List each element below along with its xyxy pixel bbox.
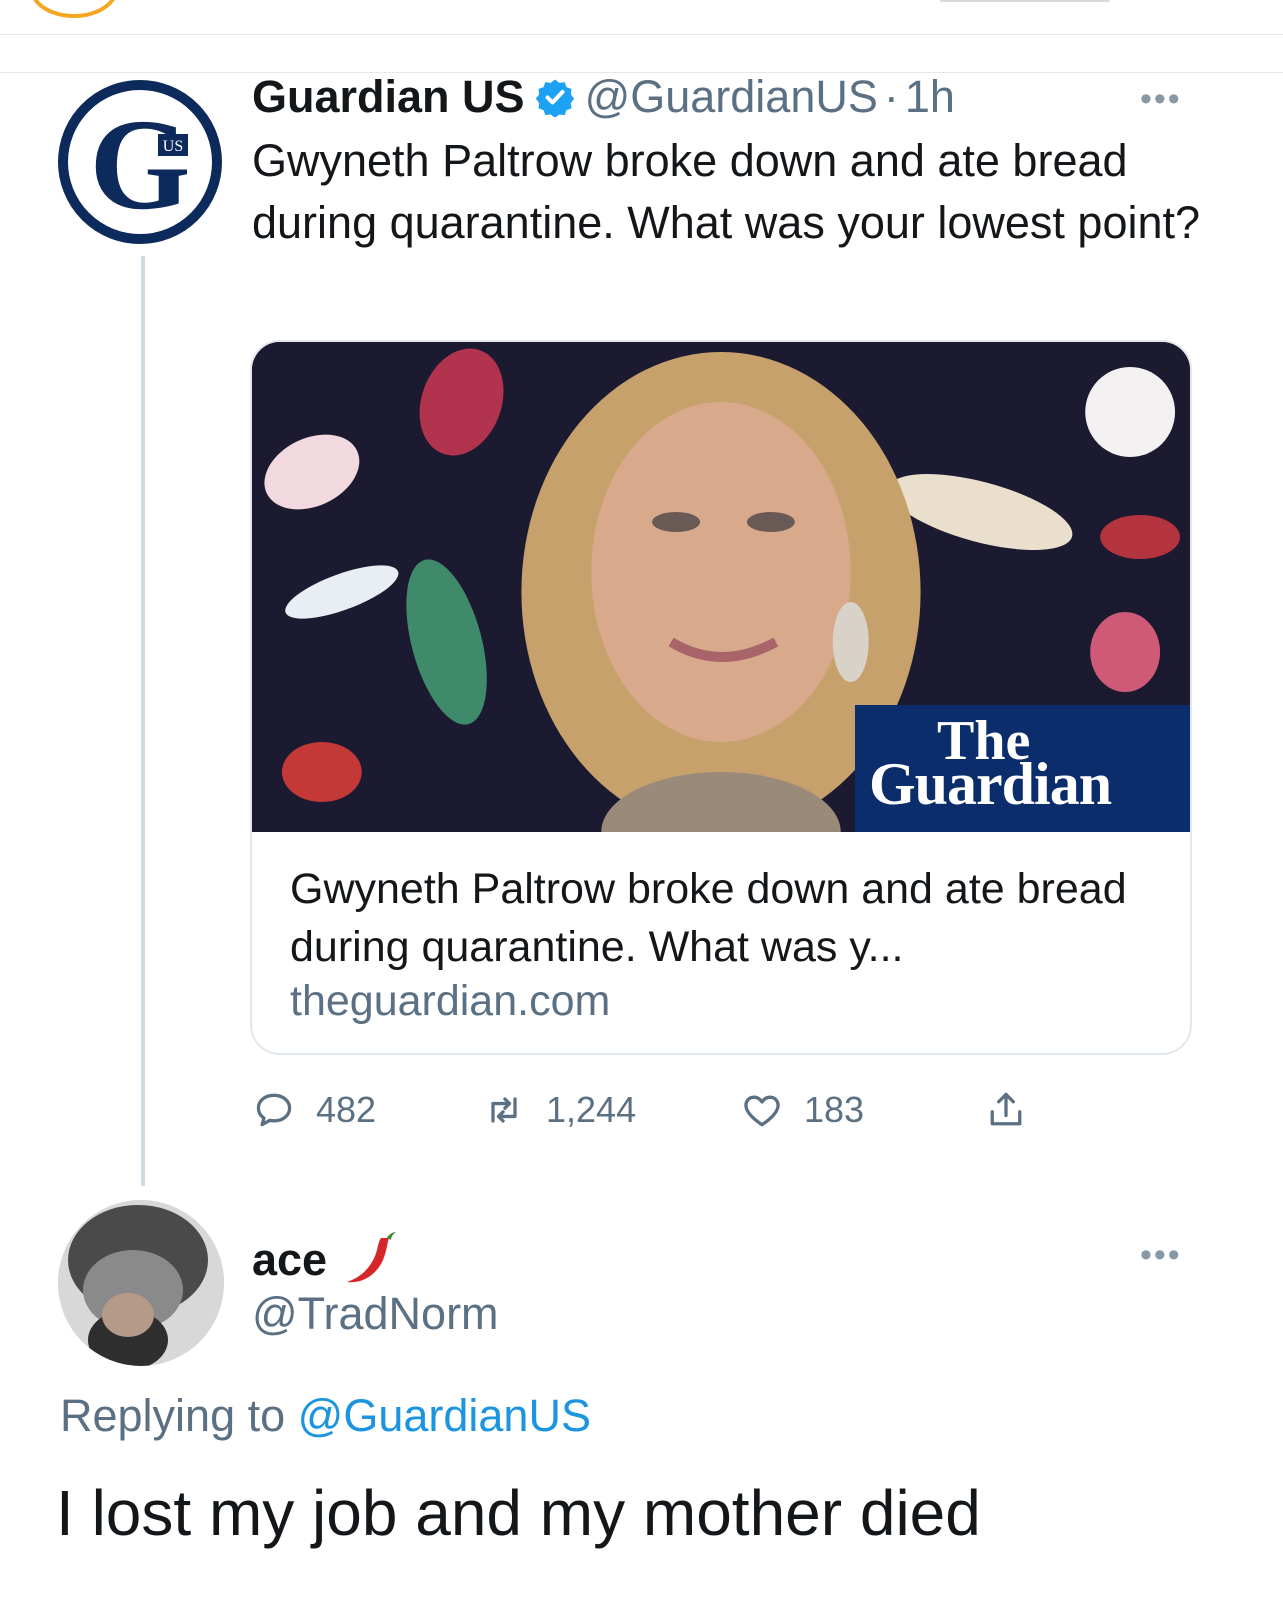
- retweet-button[interactable]: 1,244: [482, 1082, 636, 1138]
- guardian-wordmark: The Guardian: [855, 705, 1190, 832]
- tab-indicator: [940, 0, 1110, 2]
- more-options-icon[interactable]: •••: [1140, 1236, 1182, 1275]
- app-logo-icon[interactable]: [30, 0, 118, 18]
- author-name[interactable]: Guardian US: [252, 71, 525, 123]
- more-options-icon[interactable]: •••: [1140, 80, 1182, 119]
- wordmark-guardian: Guardian: [869, 751, 1112, 817]
- heart-icon: [744, 1095, 780, 1127]
- guardian-avatar[interactable]: G US: [58, 80, 222, 244]
- tweet-actions: 482 1,244 183: [252, 1082, 1052, 1138]
- reply-author-name[interactable]: ace: [252, 1228, 403, 1292]
- card-domain: theguardian.com: [290, 977, 611, 1025]
- ace-avatar[interactable]: [58, 1200, 224, 1366]
- chili-pepper-icon: [347, 1232, 397, 1283]
- tweet-timestamp[interactable]: 1h: [905, 71, 955, 123]
- like-count: 183: [804, 1089, 865, 1130]
- svg-text:US: US: [163, 138, 183, 155]
- card-photo: The Guardian: [252, 342, 1190, 832]
- author-handle[interactable]: @GuardianUS: [585, 71, 878, 123]
- reply-count: 482: [316, 1089, 377, 1130]
- replying-to-label: Replying to: [60, 1390, 286, 1441]
- reply-button[interactable]: 482: [252, 1082, 376, 1138]
- link-card[interactable]: The Guardian Gwyneth Paltrow broke down …: [250, 340, 1192, 1055]
- top-bar: [0, 0, 1283, 35]
- tweet-text: Gwyneth Paltrow broke down and ate bread…: [252, 135, 1201, 248]
- guardian-g-logo-icon: G US: [89, 93, 190, 234]
- reply-author-name-text: ace: [252, 1234, 328, 1285]
- reply-author-handle[interactable]: @TradNorm: [252, 1288, 499, 1340]
- reply-text: I lost my job and my mother died: [56, 1477, 981, 1549]
- reply-icon: [256, 1093, 292, 1127]
- thread-connector: [141, 256, 145, 1186]
- like-button[interactable]: 183: [740, 1082, 864, 1138]
- separator-dot: ·: [883, 71, 899, 122]
- replying-to-line: Replying to @GuardianUS: [60, 1390, 591, 1442]
- svg-text:G: G: [89, 93, 190, 234]
- retweet-icon: [491, 1097, 517, 1123]
- retweet-count: 1,244: [546, 1089, 637, 1130]
- share-button[interactable]: [984, 1082, 1048, 1138]
- user-photo-icon: [58, 1200, 224, 1366]
- replying-to-mention[interactable]: @GuardianUS: [298, 1390, 591, 1441]
- card-title: Gwyneth Paltrow broke down and ate bread…: [290, 865, 1127, 971]
- verified-badge-icon: [535, 79, 574, 117]
- tweet-header: Guardian US @GuardianUS · 1h: [252, 71, 955, 123]
- share-icon: [990, 1092, 1022, 1126]
